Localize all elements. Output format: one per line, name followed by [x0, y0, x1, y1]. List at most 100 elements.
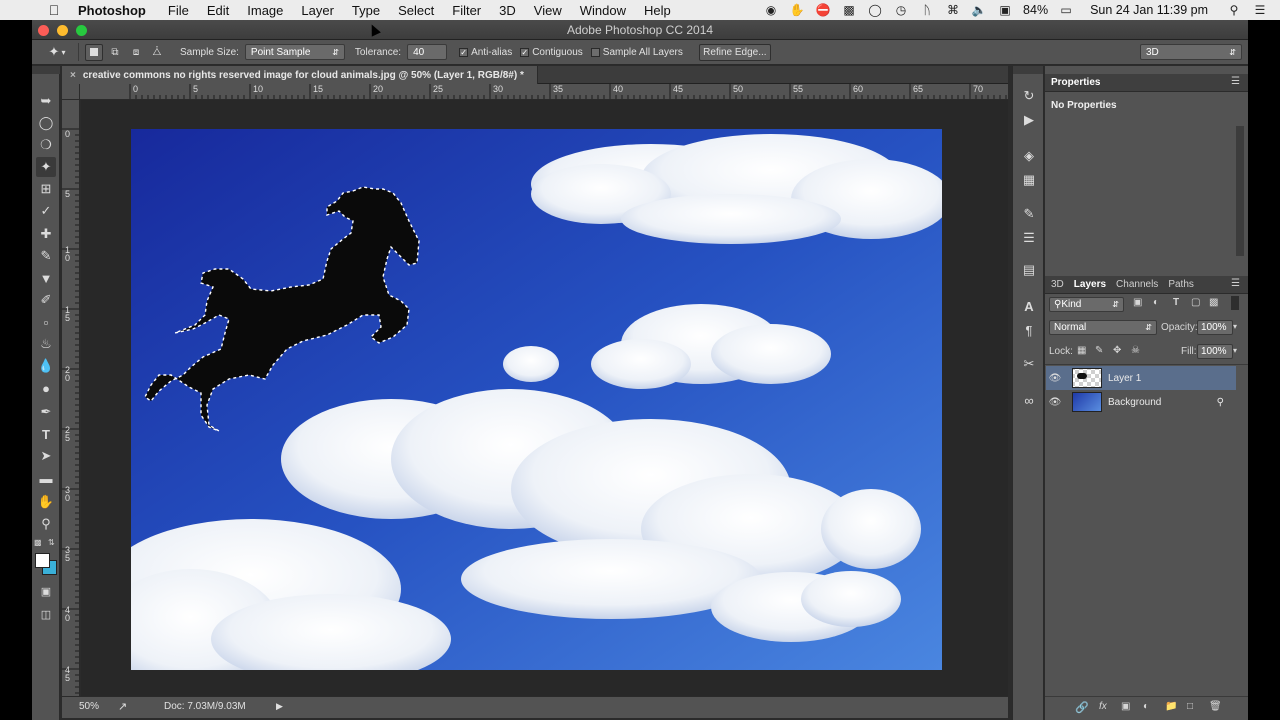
lock-all-icon[interactable]: ☠ [1131, 345, 1140, 356]
menu-window[interactable]: Window [580, 3, 626, 18]
link-layers-icon[interactable]: 🔗 [1075, 701, 1089, 714]
menu-file[interactable]: File [168, 3, 189, 18]
paragraph-panel-icon[interactable]: ¶ [1019, 320, 1039, 340]
filter-adjustment-icon[interactable]: ◐ [1153, 297, 1159, 308]
document-tab[interactable]: × creative commons no rights reserved im… [62, 66, 538, 84]
lock-image-icon[interactable]: ✎ [1095, 345, 1103, 356]
filter-shape-icon[interactable]: ▢ [1191, 297, 1200, 308]
trash-icon[interactable]: 🗑 [1209, 701, 1222, 712]
crop-tool-icon[interactable]: ⊞ [36, 179, 56, 199]
tool-preset-picker[interactable]: ✦ ▾ [42, 44, 72, 61]
tab-3d[interactable]: 3D [1051, 279, 1064, 290]
workspace-select[interactable]: 3D ⇵ [1140, 44, 1242, 60]
zoom-level[interactable]: 50% [79, 701, 99, 712]
menu-3d[interactable]: 3D [499, 3, 516, 18]
document-image[interactable] [131, 129, 942, 670]
grab-icon[interactable]: ✋ [789, 3, 805, 17]
canvas-area[interactable] [81, 100, 1008, 696]
new-layer-icon[interactable]: □ [1187, 701, 1193, 712]
menu-filter[interactable]: Filter [452, 3, 481, 18]
paint-bucket-tool-icon[interactable]: ♨ [36, 334, 56, 354]
filter-toggle[interactable] [1231, 296, 1239, 310]
share-icon[interactable]: ↗ [118, 700, 127, 713]
menu-view[interactable]: View [534, 3, 562, 18]
filter-pixel-icon[interactable]: ▣ [1133, 297, 1142, 308]
layer-filter-select[interactable]: ⚲Kind ⇵ [1049, 297, 1124, 312]
clone-stamp-tool-icon[interactable]: ▼ [36, 268, 56, 288]
sample-size-select[interactable]: Point Sample ⇵ [244, 44, 345, 60]
blend-mode-select[interactable]: Normal ⇵ [1049, 320, 1157, 335]
zoom-tool-icon[interactable]: ⚲ [36, 514, 56, 534]
layer-row-background[interactable]: 👁 Background ⚲ [1046, 390, 1236, 414]
intersect-selection-button[interactable]: ⧊ [148, 44, 166, 61]
new-selection-button[interactable] [85, 43, 103, 61]
anti-alias-checkbox[interactable]: ✓ [459, 47, 469, 57]
ruler-origin[interactable] [62, 84, 80, 100]
swap-colors-icon[interactable]: ⇅ [48, 538, 55, 547]
menu-select[interactable]: Select [398, 3, 434, 18]
spotlight-search-icon[interactable]: ⚲ [1226, 3, 1242, 17]
dodge-tool-icon[interactable]: ● [36, 378, 56, 398]
lasso-tool-icon[interactable]: ❍ [36, 135, 56, 155]
layer-row-layer-1[interactable]: 👁 Layer 1 [1046, 366, 1236, 390]
app-menu[interactable]: Photoshop [78, 3, 146, 18]
menu-image[interactable]: Image [247, 3, 283, 18]
panel-menu-icon[interactable]: ☰ [1231, 278, 1240, 289]
menu-type[interactable]: Type [352, 3, 380, 18]
input-source-icon[interactable]: ▣ [997, 3, 1013, 17]
new-group-icon[interactable]: 📁 [1165, 701, 1177, 712]
tab-channels[interactable]: Channels [1116, 279, 1158, 290]
path-selection-tool-icon[interactable]: ➤ [36, 446, 56, 466]
pen-tool-icon[interactable]: ✒ [36, 402, 56, 422]
fill-input[interactable]: 100% [1197, 344, 1233, 359]
battery-icon[interactable]: ▭ [1058, 3, 1074, 17]
screen-mode-icon[interactable]: ◫ [36, 604, 56, 624]
time-machine-icon[interactable]: ◷ [893, 3, 909, 17]
history-panel-icon[interactable]: ↻ [1019, 86, 1039, 106]
filter-type-icon[interactable]: T [1173, 297, 1179, 308]
apple-menu-icon[interactable]:  [46, 2, 62, 18]
tool-presets-panel-icon[interactable]: ✂ [1019, 354, 1039, 374]
notification-center-icon[interactable]: ☰ [1252, 3, 1268, 17]
opacity-input[interactable]: 100% [1197, 320, 1233, 335]
lock-transparent-icon[interactable]: ▦ [1077, 345, 1086, 356]
lock-position-icon[interactable]: ✥ [1113, 345, 1121, 356]
menu-layer[interactable]: Layer [301, 3, 334, 18]
history-brush-tool-icon[interactable]: ✐ [36, 290, 56, 310]
bluetooth-icon[interactable]: ᚢ [919, 3, 935, 17]
fill-slider-arrow-icon[interactable]: ▾ [1233, 346, 1237, 355]
type-tool-icon[interactable]: T [36, 424, 56, 444]
accessibility-icon[interactable]: ◯ [867, 3, 883, 17]
opacity-slider-arrow-icon[interactable]: ▾ [1233, 322, 1237, 331]
add-mask-icon[interactable]: ▣ [1121, 701, 1130, 712]
vertical-ruler[interactable]: 0 5 1 0 1 5 2 0 2 5 3 0 3 5 4 0 4 5 [62, 100, 80, 696]
horizontal-ruler[interactable]: 0 5 10 15 20 25 30 35 40 45 50 55 60 65 … [80, 84, 1008, 100]
eraser-tool-icon[interactable]: ▫ [36, 312, 56, 332]
evernote-icon[interactable]: ▩ [841, 3, 857, 17]
tab-paths[interactable]: Paths [1168, 279, 1194, 290]
quick-mask-icon[interactable]: ▣ [36, 581, 56, 601]
swatches-panel-icon[interactable]: ▦ [1019, 170, 1039, 190]
tab-properties[interactable]: Properties [1051, 77, 1100, 88]
subtract-selection-button[interactable]: ⧈ [127, 44, 145, 61]
magic-wand-tool-icon[interactable]: ✦ [36, 157, 56, 177]
fx-icon[interactable]: fx [1099, 701, 1107, 712]
visibility-eye-icon[interactable]: 👁 [1046, 397, 1064, 408]
contiguous-checkbox[interactable]: ✓ [520, 47, 530, 57]
adjustments-panel-icon[interactable]: ☰ [1019, 228, 1039, 248]
adjustment-layer-icon[interactable]: ◐ [1143, 701, 1149, 712]
visibility-eye-icon[interactable]: 👁 [1046, 373, 1064, 384]
move-tool-icon[interactable]: ➥ [36, 91, 56, 111]
menu-edit[interactable]: Edit [207, 3, 229, 18]
actions-panel-icon[interactable]: ▶ [1019, 110, 1039, 130]
styles-panel-icon[interactable]: ▤ [1019, 260, 1039, 280]
sample-all-layers-checkbox[interactable] [590, 47, 600, 57]
blur-tool-icon[interactable]: 💧 [36, 356, 56, 376]
libraries-panel-icon[interactable]: ∞ [1019, 390, 1039, 410]
tolerance-input[interactable]: 40 [407, 44, 448, 60]
status-menu-arrow-icon[interactable]: ▶ [276, 701, 283, 712]
marquee-tool-icon[interactable]: ◯ [36, 113, 56, 133]
refine-edge-button[interactable]: Refine Edge... [698, 43, 771, 61]
foreground-color-swatch[interactable] [35, 553, 50, 568]
color-panel-icon[interactable]: ◈ [1019, 146, 1039, 166]
